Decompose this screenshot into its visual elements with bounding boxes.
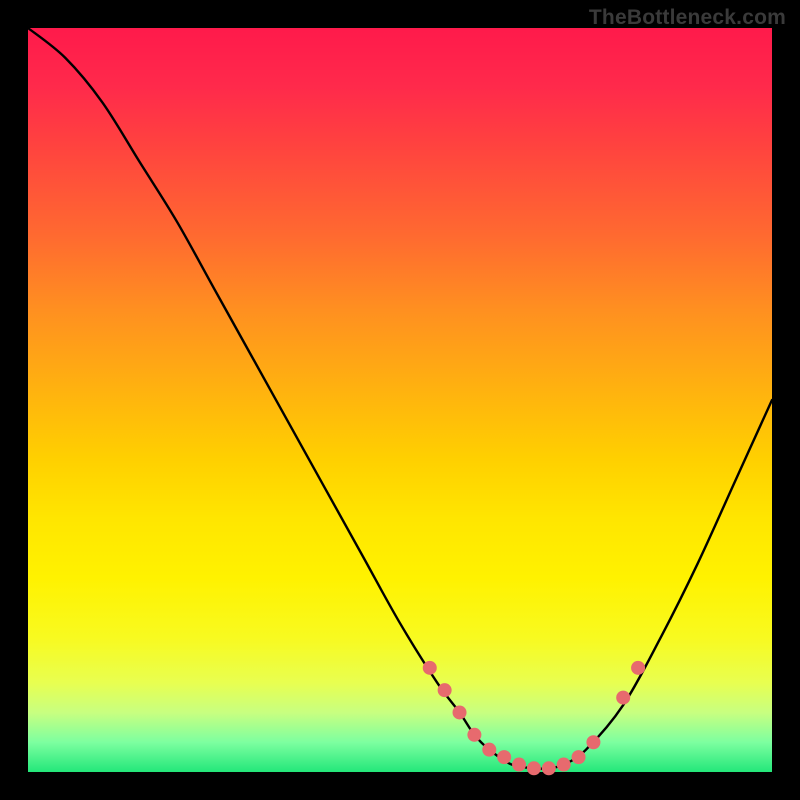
- highlight-dot: [482, 743, 496, 757]
- chart-frame: TheBottleneck.com: [0, 0, 800, 800]
- highlight-dot: [572, 750, 586, 764]
- highlight-dot: [586, 735, 600, 749]
- watermark-text: TheBottleneck.com: [589, 6, 786, 30]
- highlight-dot: [616, 691, 630, 705]
- highlight-dot: [423, 661, 437, 675]
- highlight-dot: [631, 661, 645, 675]
- highlight-dot: [497, 750, 511, 764]
- highlight-dots: [423, 661, 645, 775]
- highlight-dot: [542, 761, 556, 775]
- highlight-dot: [438, 683, 452, 697]
- highlight-dot: [453, 705, 467, 719]
- highlight-dot: [557, 758, 571, 772]
- highlight-dot: [527, 761, 541, 775]
- bottleneck-curve: [28, 28, 772, 769]
- highlight-dot: [512, 758, 526, 772]
- plot-area: [28, 28, 772, 772]
- bottleneck-curve-svg: [28, 28, 772, 772]
- highlight-dot: [467, 728, 481, 742]
